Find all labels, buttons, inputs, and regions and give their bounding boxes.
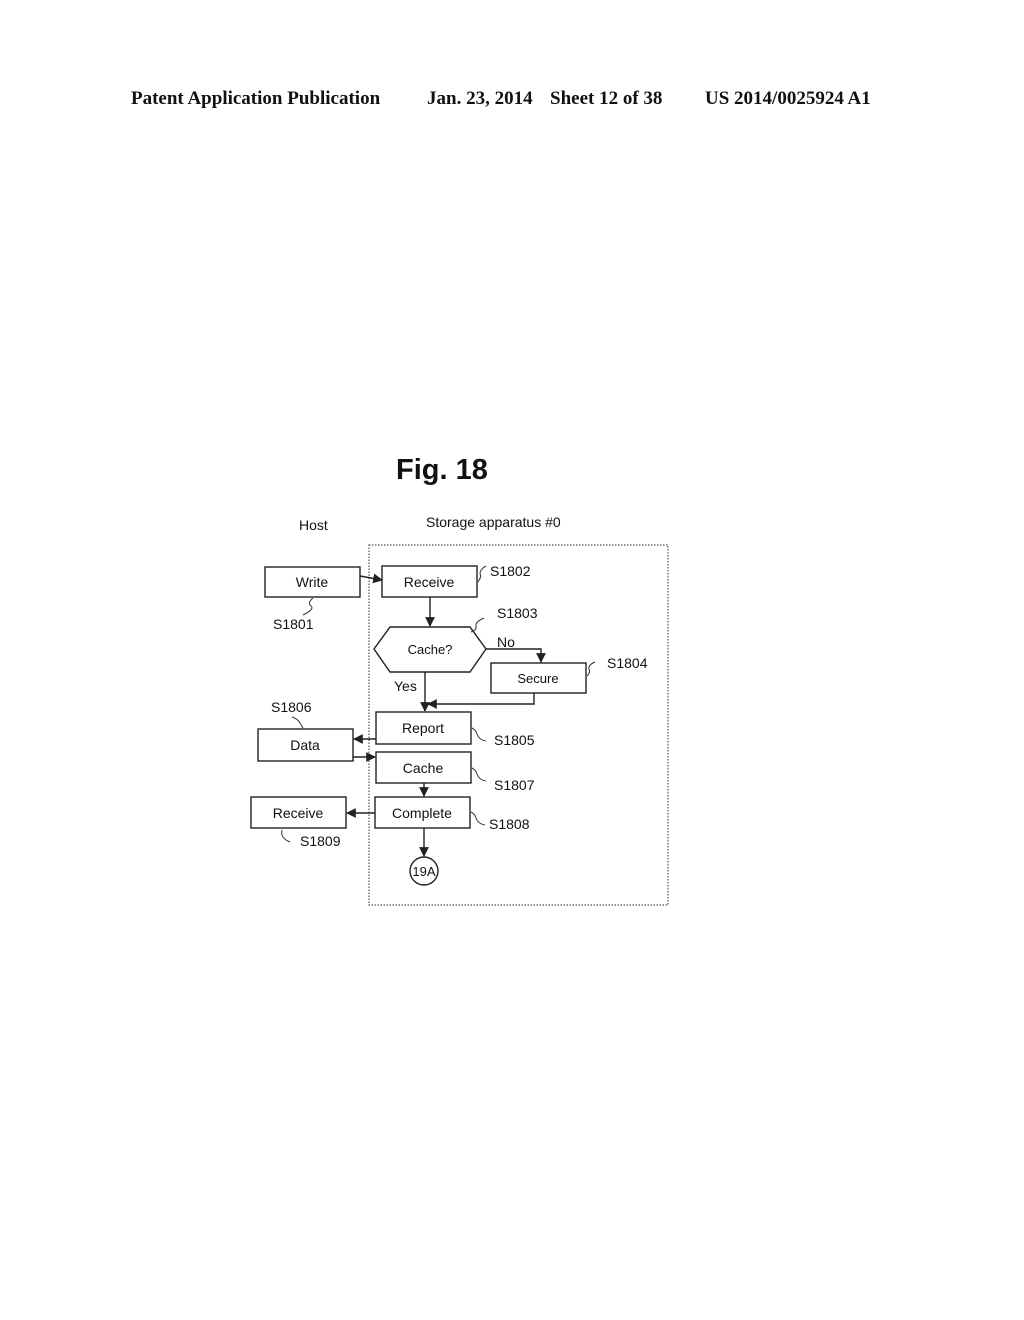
node-write-label: Write (296, 574, 329, 590)
connector-19a: 19A (409, 856, 439, 886)
step-leader (470, 811, 486, 826)
node-complete: Complete (374, 796, 471, 829)
step-leader (586, 661, 596, 677)
step-leader (291, 716, 304, 729)
step-leader (471, 767, 487, 782)
node-receive-storage: Receive (381, 565, 478, 598)
step-leader (477, 565, 487, 583)
step-leader (471, 727, 487, 742)
arrow-write-to-receive (359, 573, 383, 584)
step-s1808: S1808 (489, 816, 530, 832)
step-s1809: S1809 (300, 833, 341, 849)
connector-label: 19A (412, 864, 435, 879)
node-secure-label: Secure (517, 671, 558, 686)
step-s1801: S1801 (273, 616, 314, 632)
node-data: Data (257, 728, 354, 762)
flowchart: Host Storage apparatus #0 Write S1801 Re… (250, 514, 669, 906)
node-receive-storage-label: Receive (404, 574, 455, 590)
branch-yes-label: Yes (394, 678, 417, 694)
step-s1802: S1802 (490, 563, 531, 579)
node-cache-label: Cache (403, 760, 444, 776)
node-cache-decision-label: Cache? (408, 642, 453, 657)
lane-label-host: Host (299, 517, 328, 533)
lane-label-storage: Storage apparatus #0 (426, 514, 561, 530)
node-data-label: Data (290, 737, 320, 753)
node-secure: Secure (490, 662, 587, 694)
node-cache-decision: Cache? (373, 626, 487, 673)
branch-no-label: No (497, 634, 515, 650)
step-s1803: S1803 (497, 605, 538, 621)
node-write: Write (264, 566, 361, 598)
step-s1806: S1806 (271, 699, 312, 715)
step-leader (302, 597, 314, 616)
node-receive-host: Receive (250, 796, 347, 829)
node-receive-host-label: Receive (273, 805, 324, 821)
node-report: Report (375, 711, 472, 745)
node-report-label: Report (402, 720, 444, 736)
arrow-no-to-secure (486, 648, 546, 663)
arrow-secure-to-report (427, 693, 535, 709)
node-complete-label: Complete (392, 805, 452, 821)
step-s1804: S1804 (607, 655, 648, 671)
node-cache: Cache (375, 751, 472, 784)
step-leader (281, 829, 291, 843)
step-s1805: S1805 (494, 732, 535, 748)
step-s1807: S1807 (494, 777, 535, 793)
